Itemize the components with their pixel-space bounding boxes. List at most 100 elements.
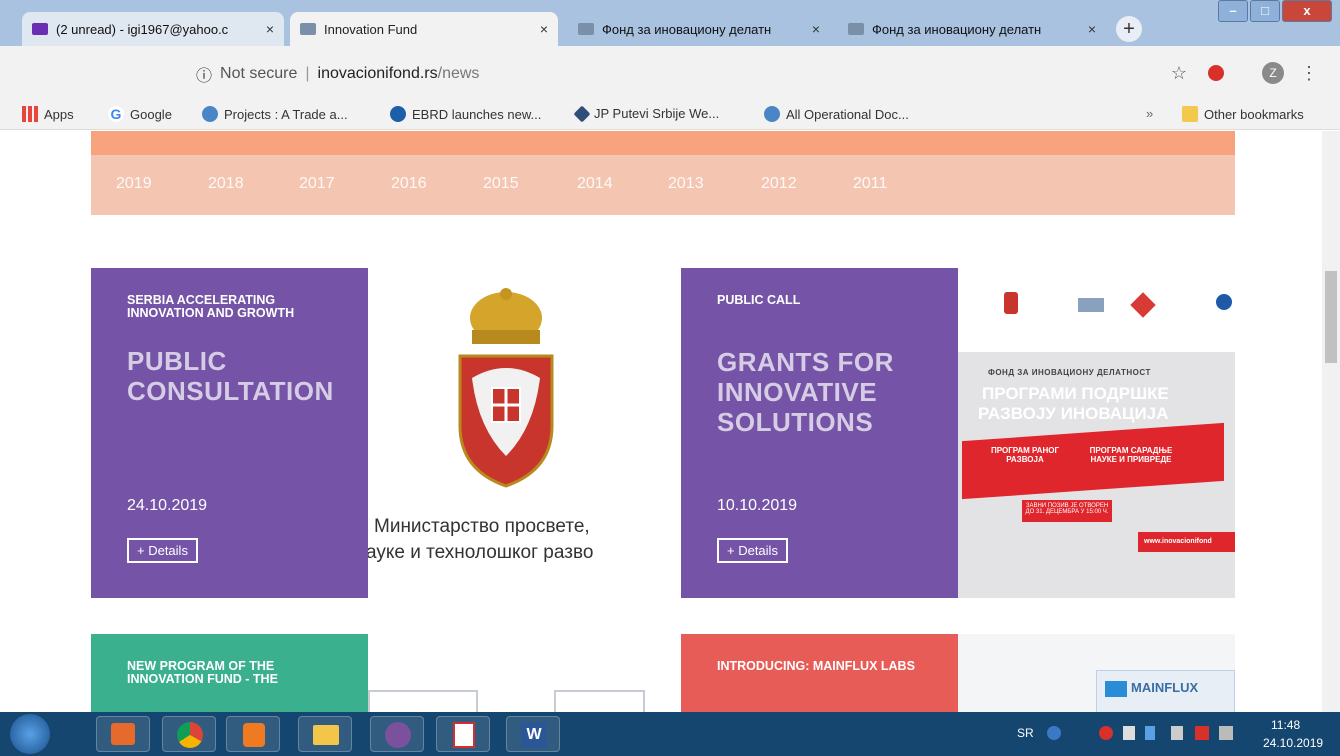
mail-icon xyxy=(32,23,48,35)
close-tab-icon[interactable]: × xyxy=(812,21,820,37)
ministry-coat-of-arms-image[interactable]: Министарство просвете, ауке и технолошко… xyxy=(368,268,645,598)
mainflux-box: MAINFLUX xyxy=(1096,670,1235,712)
bookmarks-overflow-button[interactable]: » xyxy=(1146,106,1153,121)
poster-notice: ЗАВНИ ПОЗИВ ЈЕ ОТВОРЕН ДО 31. ДЕЦЕМБРА У… xyxy=(1022,500,1112,522)
details-button[interactable]: + Details xyxy=(717,538,788,563)
year-link-2015[interactable]: 2015 xyxy=(483,175,519,193)
viber-icon xyxy=(385,722,411,748)
bookmark-google[interactable]: G Google xyxy=(108,106,172,122)
ebrd-icon xyxy=(390,106,406,122)
card-kicker: NEW PROGRAM OF THE INNOVATION FUND - THE xyxy=(127,659,278,686)
bookmark-apps[interactable]: Apps xyxy=(22,106,74,122)
tab-fond-2[interactable]: Фонд за иновациону делатн × xyxy=(838,12,1106,46)
year-link-2011[interactable]: 2011 xyxy=(853,175,887,193)
power-icon[interactable] xyxy=(1171,726,1183,740)
world-bank-logo-icon xyxy=(1216,294,1232,310)
bookmark-ebrd[interactable]: EBRD launches new... xyxy=(390,106,541,122)
close-tab-icon[interactable]: × xyxy=(1088,21,1096,37)
fund-programs-poster-image[interactable]: ФОНД ЗА ИНОВАЦИОНУ ДЕЛАТНОСТ ПРОГРАМИ ПО… xyxy=(958,268,1235,598)
fund-logo-icon xyxy=(1078,298,1104,312)
paint-icon xyxy=(111,723,135,745)
ministry-caption-line1: Министарство просвете, xyxy=(374,516,590,537)
bluetooth-icon[interactable] xyxy=(1145,726,1155,740)
clock-time[interactable]: 11:48 xyxy=(1271,718,1300,732)
minimize-button[interactable]: – xyxy=(1218,0,1248,22)
language-indicator[interactable]: SR xyxy=(1017,726,1034,740)
news-card-grants[interactable]: PUBLIC CALL GRANTS FOR INNOVATIVE SOLUTI… xyxy=(681,268,958,598)
network-icon[interactable] xyxy=(1219,726,1233,740)
year-link-2016[interactable]: 2016 xyxy=(391,175,427,193)
serbian-coat-of-arms-icon xyxy=(458,288,554,488)
security-icon[interactable] xyxy=(1099,726,1113,740)
bookmark-putevi[interactable]: JP Putevi Srbije We... xyxy=(573,105,719,122)
folder-icon xyxy=(1182,106,1198,122)
year-link-2018[interactable]: 2018 xyxy=(208,175,244,193)
url-path: /news xyxy=(437,65,480,82)
close-tab-icon[interactable]: × xyxy=(540,21,548,37)
card-headline: GRANTS FOR INNOVATIVE SOLUTIONS xyxy=(717,347,894,437)
bookmark-projects[interactable]: Projects : A Trade a... xyxy=(202,106,348,122)
taskbar-app-paint[interactable] xyxy=(96,716,150,752)
new-program-image[interactable] xyxy=(368,634,645,712)
chrome-menu-icon[interactable]: ⋮ xyxy=(1298,62,1320,84)
diagram-box xyxy=(554,690,645,712)
year-filter-bar: 2019 2018 2017 2016 2015 2014 2013 2012 … xyxy=(91,131,1235,215)
help-icon[interactable] xyxy=(1047,726,1061,740)
mainflux-image[interactable]: MAINFLUX xyxy=(958,634,1235,712)
bookmark-operational-docs[interactable]: All Operational Doc... xyxy=(764,106,909,122)
poster-small-title: ФОНД ЗА ИНОВАЦИОНУ ДЕЛАТНОСТ xyxy=(988,368,1151,377)
taskbar-app-explorer[interactable] xyxy=(298,716,352,752)
url-host: inovacionifond.rs xyxy=(317,65,438,82)
year-bar-top-strip xyxy=(91,131,1235,155)
taskbar-app-chrome[interactable] xyxy=(162,716,216,752)
address-bar[interactable]: ⓘ Not secure | inovacionifond.rs /news xyxy=(182,56,1202,92)
volume-icon[interactable] xyxy=(1123,726,1135,740)
poster-program1: ПРОГРАМ РАНОГ РАЗВОЈА xyxy=(991,446,1059,464)
pdf-icon xyxy=(453,722,475,748)
google-icon: G xyxy=(108,106,124,122)
year-link-2017[interactable]: 2017 xyxy=(299,175,335,193)
taskbar-app-acrobat[interactable] xyxy=(436,716,490,752)
world-bank-globe-icon xyxy=(202,106,218,122)
details-button[interactable]: + Details xyxy=(127,538,198,563)
partner-logo-icon xyxy=(1130,292,1156,318)
tab-innovation-fund[interactable]: Innovation Fund × xyxy=(290,12,558,46)
tab-fond-1[interactable]: Фонд за иновациону делатн × xyxy=(568,12,830,46)
taskbar-app-media[interactable] xyxy=(226,716,280,752)
tab-label: Фонд за иновациону делатн xyxy=(602,21,772,37)
flag-icon[interactable] xyxy=(1195,726,1209,740)
taskbar-app-viber[interactable] xyxy=(370,716,424,752)
bookmark-label: All Operational Doc... xyxy=(786,106,909,122)
windows-taskbar: W SR 11:48 24.10.2019 xyxy=(0,712,1340,756)
tab-bar: (2 unread) - igi1967@yahoo.c × Innovatio… xyxy=(0,0,1340,46)
bookmark-label: Google xyxy=(130,106,172,122)
year-link-2014[interactable]: 2014 xyxy=(577,175,613,193)
start-button[interactable] xyxy=(10,714,50,754)
word-icon: W xyxy=(521,722,547,748)
mainflux-logo-icon xyxy=(1105,681,1127,697)
clock-date[interactable]: 24.10.2019 xyxy=(1263,736,1323,750)
address-separator: | xyxy=(305,65,310,82)
tab-yahoo-mail[interactable]: (2 unread) - igi1967@yahoo.c × xyxy=(22,12,284,46)
other-bookmarks[interactable]: Other bookmarks xyxy=(1182,106,1304,122)
info-icon[interactable]: ⓘ xyxy=(196,62,212,86)
news-card-mainflux[interactable]: INTRODUCING: MAINFLUX LABS xyxy=(681,634,958,712)
maximize-button[interactable]: □ xyxy=(1250,0,1280,22)
page-scrollbar[interactable] xyxy=(1322,131,1340,712)
year-link-2012[interactable]: 2012 xyxy=(761,175,797,193)
close-window-button[interactable]: x xyxy=(1282,0,1332,22)
new-tab-button[interactable]: + xyxy=(1116,16,1142,42)
profile-avatar[interactable]: Z xyxy=(1262,62,1284,84)
adblock-extension-icon[interactable] xyxy=(1208,65,1224,81)
close-tab-icon[interactable]: × xyxy=(266,21,274,37)
scrollbar-thumb[interactable] xyxy=(1325,271,1337,363)
taskbar-app-word[interactable]: W xyxy=(506,716,560,752)
diagram-box xyxy=(368,690,478,712)
bookmark-label: EBRD launches new... xyxy=(412,106,542,122)
year-link-2019[interactable]: 2019 xyxy=(116,175,152,193)
bookmark-star-icon[interactable]: ☆ xyxy=(1168,62,1190,84)
news-card-new-program[interactable]: NEW PROGRAM OF THE INNOVATION FUND - THE xyxy=(91,634,368,712)
year-link-2013[interactable]: 2013 xyxy=(668,175,704,193)
other-bookmarks-label: Other bookmarks xyxy=(1204,106,1304,122)
news-card-public-consultation[interactable]: SERBIA ACCELERATING INNOVATION AND GROWT… xyxy=(91,268,368,598)
